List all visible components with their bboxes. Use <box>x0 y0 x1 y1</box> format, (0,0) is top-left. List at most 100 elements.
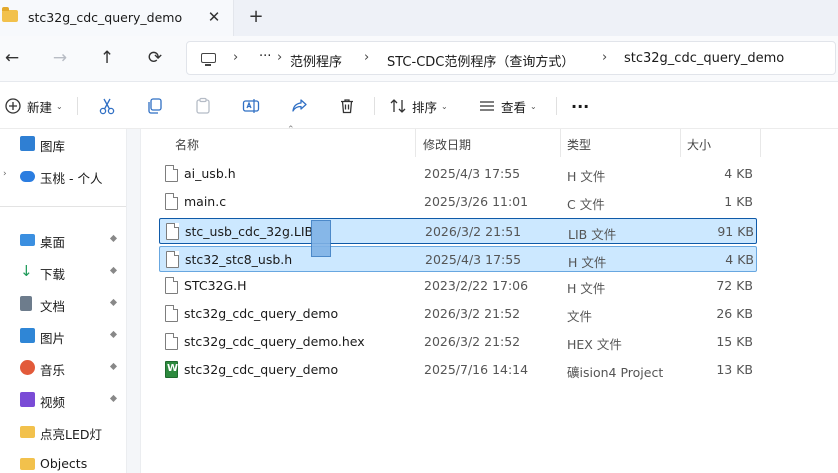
file-type: HEX 文件 <box>567 337 622 352</box>
sidebar-item-onedrive[interactable]: › 玉桃 - 个人 <box>0 163 126 189</box>
sidebar-item-downloads[interactable]: ↓ 下载 ▪ <box>0 259 126 285</box>
back-button[interactable]: ← <box>0 46 24 70</box>
expand-chevron-icon[interactable]: › <box>3 169 7 179</box>
breadcrumb-more-button[interactable]: ··· <box>259 49 271 64</box>
up-button[interactable]: ↑ <box>95 46 119 70</box>
sort-icon <box>389 97 407 115</box>
file-date: 2026/3/2 21:51 <box>425 224 522 239</box>
new-tab-button[interactable]: + <box>247 6 265 28</box>
file-name: ai_usb.h <box>184 166 236 181</box>
sidebar-item-documents[interactable]: 文档 ▪ <box>0 291 126 317</box>
column-header-label: 类型 <box>567 138 592 152</box>
file-row[interactable]: stc32g_cdc_query_demo.hex 2026/3/2 21:52… <box>159 329 757 355</box>
close-tab-icon[interactable]: ✕ <box>206 8 222 26</box>
column-header-label: 大小 <box>687 138 712 152</box>
file-size: 4 KB <box>725 252 754 267</box>
file-name: stc_usb_cdc_32g.LIB <box>185 224 314 239</box>
breadcrumb-item[interactable]: stc32g_cdc_query_demo <box>624 51 784 66</box>
sidebar-item-label: 音乐 <box>40 363 66 378</box>
file-row-selected[interactable]: stc32_stc8_usb.h 2025/4/3 17:55 H 文件 4 K… <box>159 246 757 272</box>
file-size: 72 KB <box>716 278 753 293</box>
file-size: 26 KB <box>716 306 753 321</box>
navigation-pane: 图库 › 玉桃 - 个人 桌面 ▪ ↓ 下载 ▪ 文档 ▪ 图片 ▪ 音乐 ▪ … <box>0 129 126 473</box>
sidebar-item-folder-led[interactable]: 点亮LED灯 <box>0 419 126 445</box>
refresh-button[interactable]: ⟳ <box>143 46 167 70</box>
trash-icon <box>338 97 356 115</box>
breadcrumb-item[interactable]: STC-CDC范例程序（查询方式） <box>387 51 574 70</box>
column-header-type[interactable]: 类型 <box>561 129 681 157</box>
folder-icon <box>20 458 35 470</box>
delete-button[interactable] <box>338 93 356 119</box>
new-button[interactable]: 新建 ⌄ <box>4 93 63 119</box>
sidebar-item-folder-objects[interactable]: Objects <box>0 451 126 473</box>
sort-button[interactable]: 排序 ⌄ <box>389 93 448 119</box>
desktop-icon <box>20 234 35 246</box>
file-date: 2025/4/3 17:55 <box>425 252 522 267</box>
paste-button[interactable] <box>194 93 212 119</box>
tab-current-folder[interactable]: stc32g_cdc_query_demo ✕ <box>0 0 234 36</box>
sidebar-item-label: 点亮LED灯 <box>40 427 102 442</box>
gallery-icon <box>20 136 35 151</box>
tab-strip: stc32g_cdc_query_demo ✕ + <box>0 0 838 36</box>
sort-label: 排序 <box>412 99 438 115</box>
column-header-label: 修改日期 <box>423 138 472 152</box>
file-name: stc32_stc8_usb.h <box>185 252 293 267</box>
toolbar-divider <box>374 97 375 115</box>
toolbar-divider <box>77 97 78 115</box>
file-row[interactable]: ai_usb.h 2025/4/3 17:55 H 文件 4 KB <box>159 161 757 187</box>
column-header-size[interactable]: 大小 <box>681 129 761 157</box>
drag-preview <box>311 220 331 257</box>
breadcrumb-item[interactable]: 范例程序 <box>290 51 342 70</box>
chevron-down-icon: ⌄ <box>530 101 537 111</box>
column-header-name[interactable]: 名称 <box>169 129 416 157</box>
file-row[interactable]: main.c 2025/3/26 11:01 C 文件 1 KB <box>159 189 757 215</box>
sidebar-item-videos[interactable]: 视频 ▪ <box>0 387 126 413</box>
rename-button[interactable] <box>242 93 260 119</box>
copy-button[interactable] <box>146 93 164 119</box>
navigation-bar: ← → ↑ ⟳ › ··· › 范例程序 › STC-CDC范例程序（查询方式）… <box>0 36 838 82</box>
more-options-button[interactable]: ··· <box>571 93 589 119</box>
folder-icon <box>2 7 18 22</box>
file-row[interactable]: stc32g_cdc_query_demo 2025/7/16 14:14 礦i… <box>159 357 757 383</box>
plus-circle-icon <box>4 97 22 115</box>
pin-icon: ▪ <box>107 392 120 405</box>
file-date: 2025/7/16 14:14 <box>424 362 529 377</box>
file-icon <box>166 223 179 240</box>
file-row[interactable]: stc32g_cdc_query_demo 2026/3/2 21:52 文件 … <box>159 301 757 327</box>
file-type: H 文件 <box>567 169 606 184</box>
column-header-label: 名称 <box>175 138 200 152</box>
breadcrumb-separator: › <box>277 50 283 65</box>
view-button[interactable]: 查看 ⌄ <box>478 93 537 119</box>
sidebar-item-label: 玉桃 - 个人 <box>40 171 103 186</box>
pin-icon: ▪ <box>107 232 120 245</box>
file-icon <box>165 305 178 322</box>
this-pc-icon <box>201 53 216 66</box>
file-list: ⌃ 名称 修改日期 类型 大小 ai_usb.h 2025/4/3 17:55 … <box>141 125 838 473</box>
copy-icon <box>146 97 164 115</box>
file-date: 2026/3/2 21:52 <box>424 334 521 349</box>
sidebar-item-desktop[interactable]: 桌面 ▪ <box>0 227 126 253</box>
cut-button[interactable] <box>98 93 116 119</box>
file-icon <box>165 333 178 350</box>
file-date: 2026/3/2 21:52 <box>424 306 521 321</box>
column-header-date[interactable]: 修改日期 <box>417 129 561 157</box>
sidebar-item-gallery[interactable]: 图库 <box>0 131 126 157</box>
sidebar-item-label: 文档 <box>40 299 66 314</box>
sidebar-item-pictures[interactable]: 图片 ▪ <box>0 323 126 349</box>
file-size: 91 KB <box>717 224 754 239</box>
file-date: 2025/4/3 17:55 <box>424 166 521 181</box>
address-bar[interactable]: › ··· › 范例程序 › STC-CDC范例程序（查询方式） › stc32… <box>186 41 836 75</box>
breadcrumb-separator: › <box>233 50 239 65</box>
pin-icon: ▪ <box>107 360 120 373</box>
pane-splitter[interactable] <box>126 129 141 473</box>
toolbar-divider <box>556 97 557 115</box>
share-button[interactable] <box>290 93 308 119</box>
file-row-selected[interactable]: stc_usb_cdc_32g.LIB 2026/3/2 21:51 LIB 文… <box>159 218 757 244</box>
sidebar-item-music[interactable]: 音乐 ▪ <box>0 355 126 381</box>
music-icon <box>20 360 35 375</box>
pictures-icon <box>20 328 35 343</box>
download-icon: ↓ <box>20 262 33 280</box>
file-row[interactable]: STC32G.H 2023/2/22 17:06 H 文件 72 KB <box>159 273 757 299</box>
sidebar-item-label: 下载 <box>40 267 66 282</box>
forward-button[interactable]: → <box>48 46 72 70</box>
